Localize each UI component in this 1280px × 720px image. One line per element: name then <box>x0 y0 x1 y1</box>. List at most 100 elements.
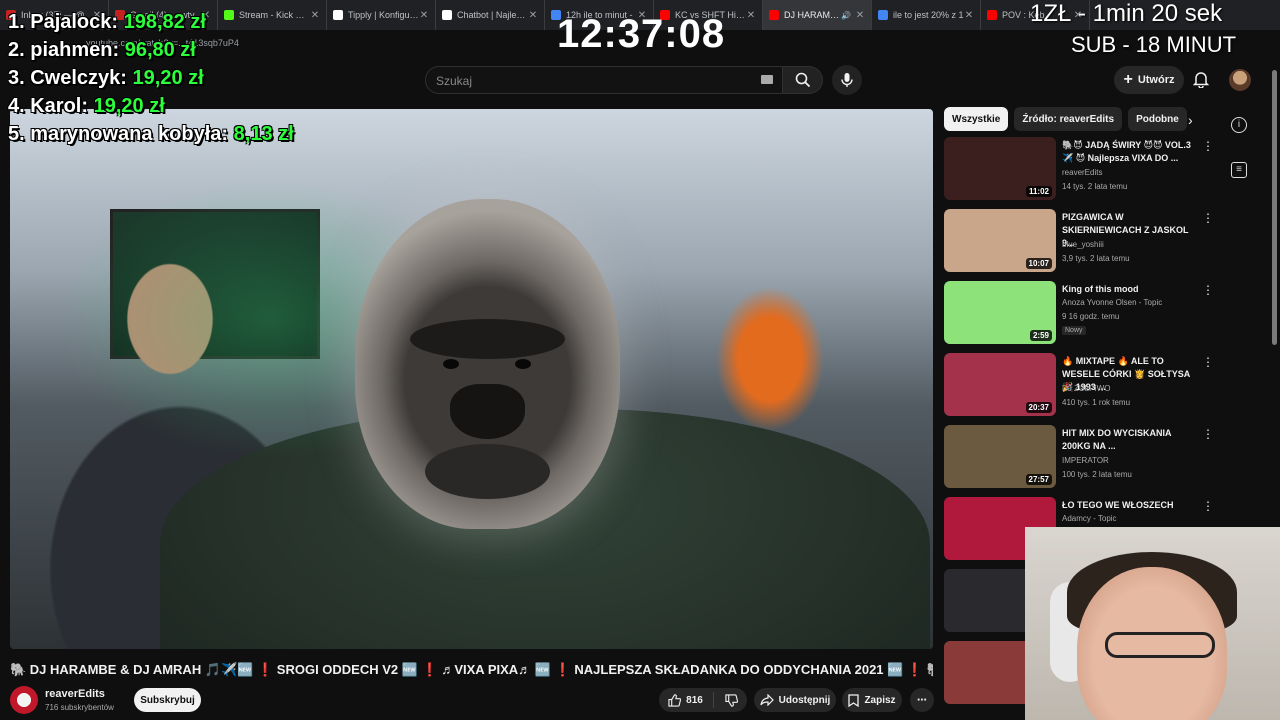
stream-clock: 12:37:08 <box>557 12 726 56</box>
more-vert-icon[interactable]: ⋮ <box>1202 283 1214 297</box>
more-vert-icon[interactable]: ⋮ <box>1202 139 1214 153</box>
new-badge: Nowy <box>1062 326 1086 335</box>
recommendation-item[interactable]: 11:02 🐘😈 JADĄ ŚWIRY 😈😈 VOL.3 ✈️ 😈 Najlep… <box>944 137 1224 203</box>
channel-avatar[interactable] <box>10 686 38 714</box>
recommendation-item[interactable]: 10:07 PIZGAWICA W SKIERNIEWICACH Z JASKO… <box>944 209 1224 275</box>
more-actions-button[interactable]: ⋯ <box>910 688 934 712</box>
duration-badge: 2:59 <box>1029 330 1052 341</box>
scrollbar[interactable] <box>1272 70 1277 345</box>
share-button[interactable]: Udostępnij <box>754 688 836 712</box>
search-icon <box>795 72 810 88</box>
subscribe-button[interactable]: Subskrybuj <box>134 688 201 712</box>
video-title: 🐘 DJ HARAMBE & DJ AMRAH 🎵✈️🆕 ❗ SROGI ODD… <box>10 662 933 677</box>
chip-source[interactable]: Źródło: reaverEdits <box>1014 107 1123 131</box>
bell-icon <box>1193 72 1209 88</box>
close-icon[interactable]: ✕ <box>746 10 756 21</box>
search-input[interactable]: Szukaj <box>425 66 783 94</box>
account-avatar[interactable] <box>1229 69 1251 91</box>
duration-badge: 11:02 <box>1025 186 1052 197</box>
stream-promo-line2: SUB - 18 MINUT <box>1071 32 1237 57</box>
close-icon[interactable]: ✕ <box>419 10 429 21</box>
tab-favicon-icon <box>442 10 452 20</box>
like-dislike-group: 816 <box>659 688 747 712</box>
recommendation-channel[interactable]: Anoza Yvonne Olsen - Topic <box>1062 298 1162 307</box>
like-count: 816 <box>686 694 703 706</box>
duration-badge: 20:37 <box>1025 402 1052 413</box>
donor-row: 1. Pajalock: 198,82 zł <box>8 11 206 33</box>
recommendation-channel[interactable]: DJ ZULPIWO <box>1062 384 1110 393</box>
recommendation-item[interactable]: 2:59 King of this mood Anoza Yvonne Olse… <box>944 281 1224 347</box>
recommendation-meta: 14 tys. 2 lata temu <box>1062 182 1128 191</box>
chevron-right-icon[interactable]: › <box>1188 112 1193 128</box>
browser-tab[interactable]: Tipply | Konfigurat ✕ <box>327 0 436 30</box>
recommendation-meta: 9 16 godz. temu <box>1062 312 1120 321</box>
thumbs-down-icon[interactable] <box>725 693 738 707</box>
tab-favicon-icon <box>987 10 997 20</box>
share-icon <box>760 694 774 706</box>
donor-row: 5. marynowana kobyła: 8,13 zł <box>8 123 294 145</box>
tab-favicon-icon <box>878 10 888 20</box>
info-icon[interactable]: i <box>1231 117 1247 133</box>
recommendation-meta: 100 tys. 2 lata temu <box>1062 470 1132 479</box>
video-thumbnail[interactable]: 11:02 <box>944 137 1056 200</box>
tab-favicon-icon <box>333 10 343 20</box>
keyboard-icon[interactable] <box>761 75 773 84</box>
chip-all[interactable]: Wszystkie <box>944 107 1009 131</box>
recommendation-channel[interactable]: reaverEdits <box>1062 168 1102 177</box>
duration-badge: 27:57 <box>1025 474 1052 485</box>
browser-tab-active[interactable]: DJ HARAMBE 🔊 ✕ <box>763 0 872 30</box>
donor-row: 4. Karol: 19,20 zł <box>8 95 165 117</box>
more-vert-icon[interactable]: ⋮ <box>1202 211 1214 225</box>
more-vert-icon[interactable]: ⋮ <box>1202 427 1214 441</box>
more-icon: ⋯ <box>917 694 927 706</box>
recommendation-title[interactable]: ŁO TEGO WE WŁOSZECH <box>1062 499 1200 512</box>
recommendation-item[interactable]: 20:37 🔥 MIXTAPE 🔥 ALE TO WESELE CÓRKI 👸 … <box>944 353 1224 419</box>
channel-name[interactable]: reaverEdits <box>45 688 105 700</box>
recommendation-channel[interactable]: Adamcy - Topic <box>1062 514 1117 523</box>
create-button[interactable]: + Utwórz <box>1114 66 1184 94</box>
recommendation-channel[interactable]: blue_yoshiii <box>1062 240 1104 249</box>
chat-icon[interactable]: ≡ <box>1231 162 1247 178</box>
recommendation-title[interactable]: King of this mood <box>1062 283 1200 296</box>
tab-favicon-icon <box>769 10 779 20</box>
webcam-overlay <box>1025 527 1280 720</box>
search-button[interactable] <box>783 66 823 94</box>
recommendation-meta: 3,9 tys. 2 lata temu <box>1062 254 1130 263</box>
duration-badge: 10:07 <box>1025 258 1052 269</box>
recommendation-meta: 410 tys. 1 rok temu <box>1062 398 1131 407</box>
video-thumbnail[interactable]: 2:59 <box>944 281 1056 344</box>
bookmark-icon <box>848 693 860 707</box>
donor-row: 2. piahmen: 96,80 zł <box>8 39 196 61</box>
gorilla-face-image <box>355 199 620 529</box>
filter-chips: Wszystkie Źródło: reaverEdits Podobne <box>944 107 1187 131</box>
chip-related[interactable]: Podobne <box>1128 107 1187 131</box>
microphone-icon <box>841 73 853 87</box>
recommendation-title[interactable]: HIT MIX DO WYCISKANIA 200KG NA ... <box>1062 427 1200 453</box>
voice-search-button[interactable] <box>832 65 862 95</box>
stream-promo-line1: 1ZŁ - 1min 20 sek <box>1030 0 1223 27</box>
speaker-icon[interactable]: 🔊 <box>841 11 851 20</box>
notifications-button[interactable] <box>1190 67 1212 91</box>
recommendation-item[interactable]: 27:57 HIT MIX DO WYCISKANIA 200KG NA ...… <box>944 425 1224 491</box>
plus-icon: + <box>1123 71 1133 88</box>
like-button[interactable]: 816 <box>668 692 714 708</box>
close-icon[interactable]: ✕ <box>310 10 320 21</box>
video-player[interactable] <box>10 109 933 649</box>
browser-tab[interactable]: ile to jest 20% z 1 ✕ <box>872 0 981 30</box>
close-icon[interactable]: ✕ <box>855 10 865 21</box>
more-vert-icon[interactable]: ⋮ <box>1202 499 1214 513</box>
browser-tab[interactable]: Chatbot | Najlepsz ✕ <box>436 0 545 30</box>
donor-leaderboard-overlay: 1. Pajalock: 198,82 zł 2. piahmen: 96,80… <box>8 8 294 148</box>
video-thumbnail[interactable]: 27:57 <box>944 425 1056 488</box>
video-thumbnail[interactable]: 10:07 <box>944 209 1056 272</box>
more-vert-icon[interactable]: ⋮ <box>1202 355 1214 369</box>
save-button[interactable]: Zapisz <box>842 688 902 712</box>
donor-row: 3. Cwelczyk: 19,20 zł <box>8 67 204 89</box>
close-icon[interactable]: ✕ <box>964 10 974 21</box>
thumbs-up-icon <box>668 693 682 707</box>
video-thumbnail[interactable]: 20:37 <box>944 353 1056 416</box>
recommendation-title[interactable]: 🐘😈 JADĄ ŚWIRY 😈😈 VOL.3 ✈️ 😈 Najlepsza VI… <box>1062 139 1200 165</box>
recommendation-channel[interactable]: IMPERATOR <box>1062 456 1109 465</box>
subscriber-count: 716 subskrybentów <box>45 703 114 712</box>
close-icon[interactable]: ✕ <box>528 10 538 21</box>
